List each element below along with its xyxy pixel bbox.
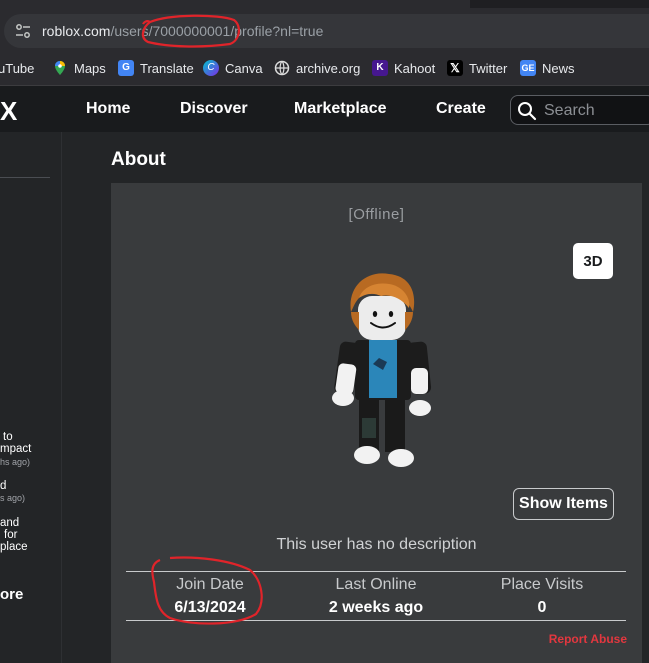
search-input[interactable]: Search xyxy=(510,95,649,125)
bookmark-canva[interactable]: C Canva xyxy=(203,59,263,77)
site-info-icon[interactable] xyxy=(14,22,32,40)
left-sidebar: to mpact hs ago) d s ago) and for place … xyxy=(0,132,62,663)
show-items-button[interactable]: Show Items xyxy=(513,488,614,520)
url-text[interactable]: roblox.com/users/7000000001/profile?nl=t… xyxy=(42,23,323,39)
profile-main: About [Offline] 3D Show Items This user … xyxy=(62,132,649,663)
nav-home[interactable]: Home xyxy=(86,100,130,118)
search-placeholder: Search xyxy=(544,102,595,119)
stat-label: Join Date xyxy=(176,576,244,593)
feed-text: to xyxy=(3,431,13,443)
toggle-3d-button[interactable]: 3D xyxy=(573,243,613,279)
bookmark-label: archive.org xyxy=(296,60,361,76)
search-icon xyxy=(518,102,537,121)
active-tab[interactable] xyxy=(0,0,470,8)
feed-text: for xyxy=(4,529,18,541)
kahoot-icon: K xyxy=(372,60,388,76)
avatar-image xyxy=(332,273,432,467)
browser-toolbar: roblox.com/users/7000000001/profile?nl=t… xyxy=(0,0,649,50)
bookmark-translate[interactable]: G Translate xyxy=(118,59,194,77)
x-icon: 𝕏 xyxy=(447,60,463,76)
report-abuse-link[interactable]: Report Abuse xyxy=(549,632,627,646)
profile-stats: Join Date 6/13/2024 Last Online 2 weeks … xyxy=(126,571,626,621)
bookmark-label: Canva xyxy=(225,60,263,76)
site-nav: X Home Discover Marketplace Create Searc… xyxy=(0,87,649,132)
about-heading: About xyxy=(111,149,166,170)
bookmark-label: Maps xyxy=(74,60,106,76)
bookmark-label: Translate xyxy=(140,60,194,76)
archive-icon xyxy=(274,60,290,76)
url-query: /profile?nl=true xyxy=(230,23,324,39)
stat-place-visits: Place Visits 0 xyxy=(472,572,612,617)
stat-label: Last Online xyxy=(335,576,417,593)
bookmark-twitter[interactable]: 𝕏 Twitter xyxy=(447,59,507,77)
feed-text: and xyxy=(0,517,20,529)
nav-marketplace[interactable]: Marketplace xyxy=(294,100,387,118)
feed-text: place xyxy=(0,541,28,553)
roblox-logo[interactable]: X xyxy=(0,96,17,127)
feed-time: hs ago) xyxy=(0,457,31,467)
nav-discover[interactable]: Discover xyxy=(180,100,248,118)
canva-icon: C xyxy=(203,60,219,76)
feed-text: d xyxy=(0,480,7,492)
bookmark-label: Twitter xyxy=(469,60,508,76)
stat-last-online: Last Online 2 weeks ago xyxy=(306,572,446,617)
bookmark-youtube[interactable]: uTube xyxy=(0,59,34,77)
url-path: /users/ xyxy=(110,23,153,39)
see-more-link[interactable]: ore xyxy=(0,586,23,603)
profile-description: This user has no description xyxy=(276,536,477,553)
translate-icon: G xyxy=(118,60,134,76)
bookmark-label: uTube xyxy=(0,60,35,76)
google-news-icon: GE xyxy=(520,60,536,76)
online-status: [Offline] xyxy=(348,206,405,223)
maps-icon xyxy=(55,61,65,75)
about-card: [Offline] 3D Show Items This user has no… xyxy=(111,183,642,663)
stat-label: Place Visits xyxy=(500,576,584,593)
bookmark-maps[interactable]: Maps xyxy=(52,59,106,77)
bookmarks-bar: uTube Maps G Translate C Canva archive.o… xyxy=(0,50,649,86)
stat-value: 2 weeks ago xyxy=(328,599,424,616)
stat-value: 6/13/2024 xyxy=(174,599,246,616)
url-host: roblox.com xyxy=(42,23,111,39)
bookmark-label: Kahoot xyxy=(394,60,436,76)
bookmark-kahoot[interactable]: K Kahoot xyxy=(372,59,435,77)
tab-strip xyxy=(0,0,649,8)
bookmark-label: News xyxy=(542,60,575,76)
address-bar[interactable]: roblox.com/users/7000000001/profile?nl=t… xyxy=(4,14,649,48)
url-user-id: 7000000001 xyxy=(152,23,231,39)
sidebar-divider xyxy=(0,177,50,178)
bookmark-news[interactable]: GE News xyxy=(520,59,575,77)
feed-text: mpact xyxy=(0,443,32,455)
stat-join-date: Join Date 6/13/2024 xyxy=(140,572,280,617)
nav-create[interactable]: Create xyxy=(436,100,486,118)
stat-value: 0 xyxy=(537,599,547,616)
bookmark-archive[interactable]: archive.org xyxy=(274,59,360,77)
feed-time: s ago) xyxy=(0,493,26,503)
